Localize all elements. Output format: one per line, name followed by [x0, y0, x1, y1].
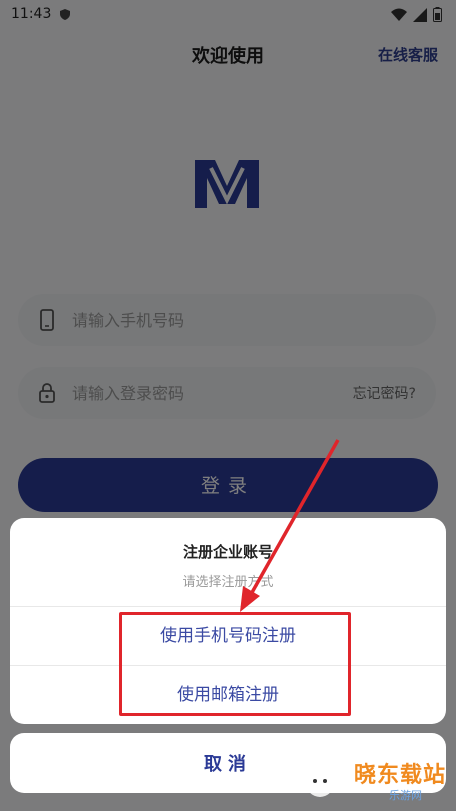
site-watermark: 晓东载站 乐游网 — [300, 749, 450, 807]
watermark-subtext: 乐游网 — [389, 789, 422, 802]
mascot-icon — [306, 769, 334, 797]
sheet-title: 注册企业账号 — [182, 543, 273, 561]
watermark-text: 晓东载站 — [353, 763, 446, 788]
annotation-highlight-box — [119, 612, 351, 716]
sheet-subtitle: 请选择注册方式 — [182, 575, 274, 590]
